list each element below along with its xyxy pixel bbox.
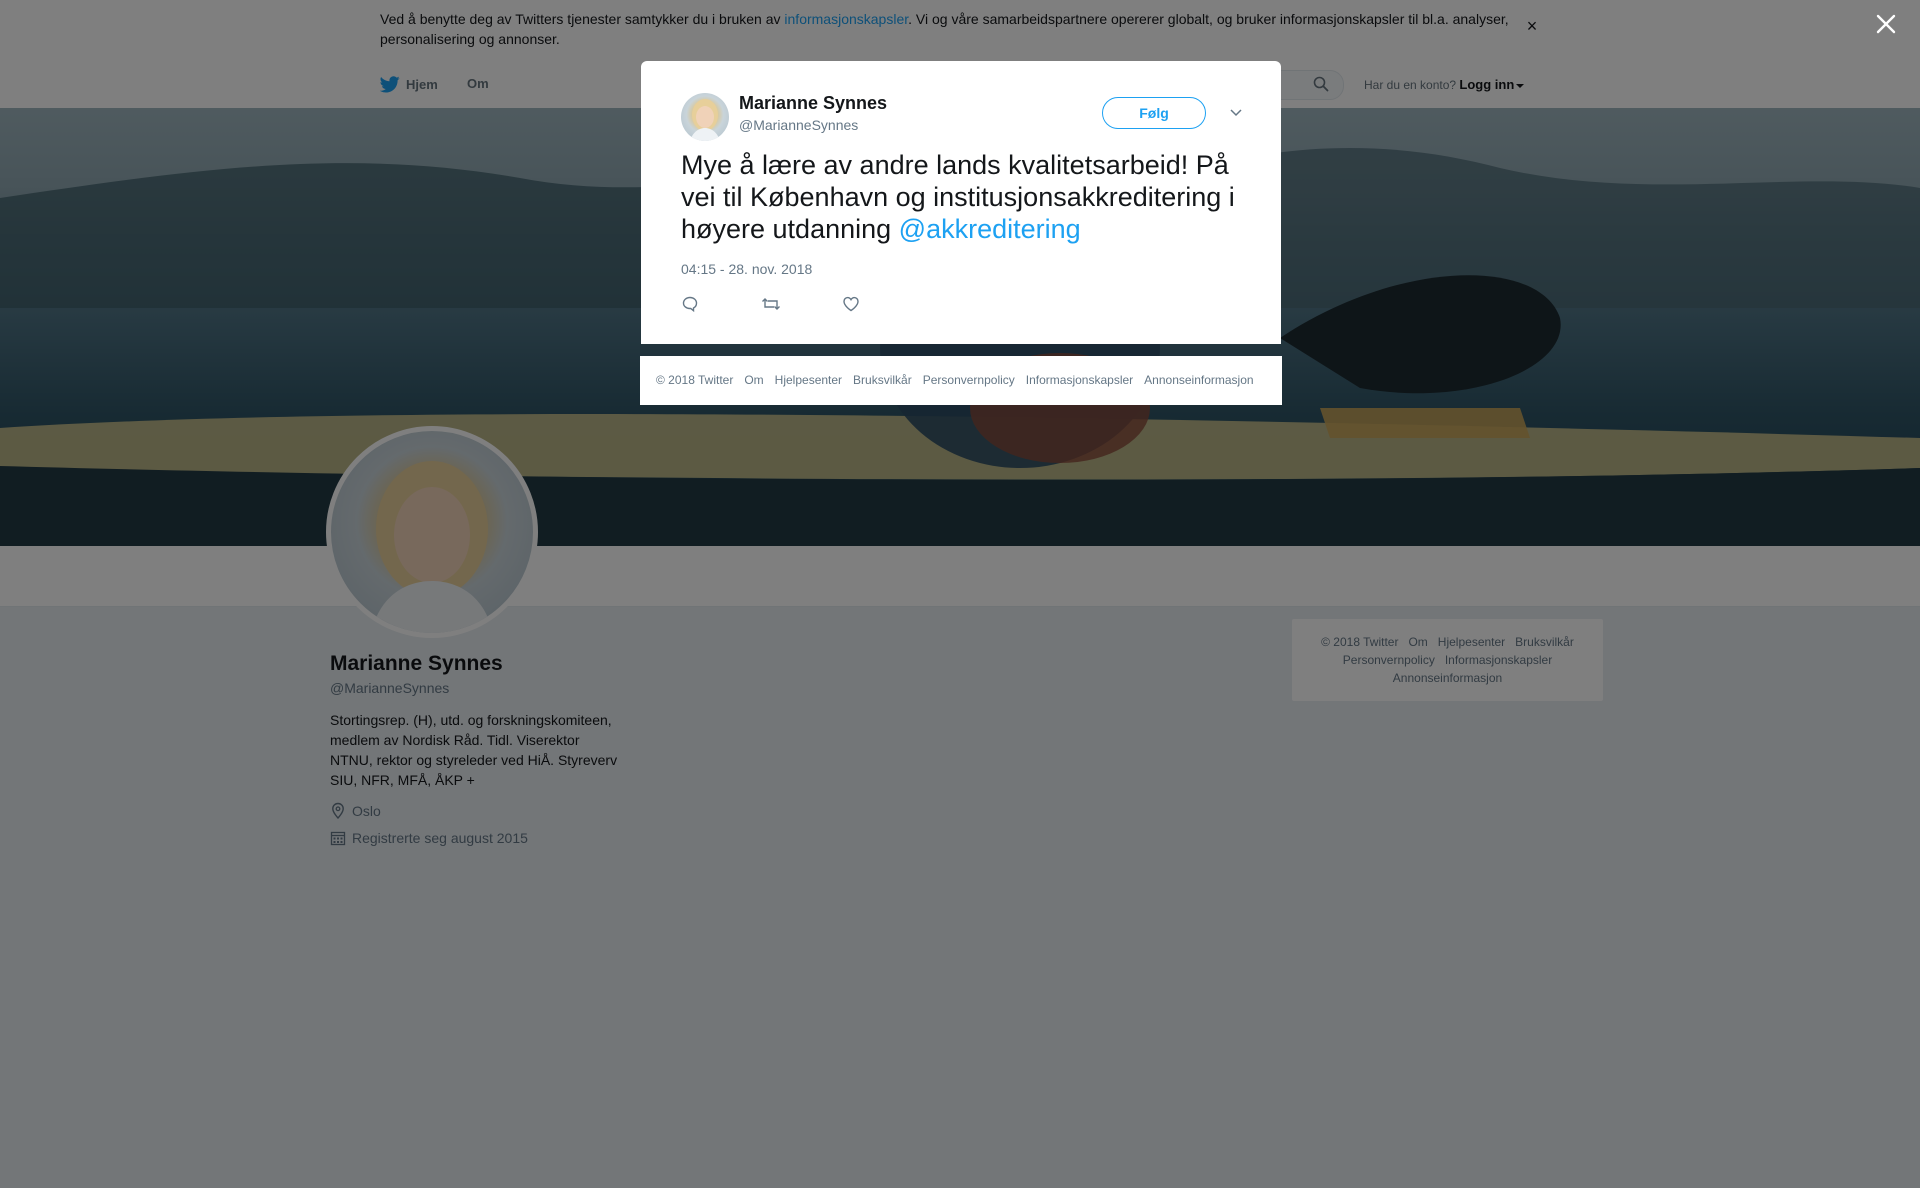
chevron-down-icon[interactable] (1229, 107, 1243, 117)
tweet-author-name[interactable]: Marianne Synnes (739, 93, 887, 114)
tweet-modal: Marianne Synnes @MarianneSynnes Følg Mye… (641, 61, 1281, 344)
modal-footer: © 2018 Twitter Om Hjelpesenter Bruksvilkår P… (640, 356, 1282, 405)
close-icon[interactable] (1875, 13, 1897, 35)
modal-footer-om[interactable]: Om (744, 373, 763, 387)
modal-footer-terms[interactable]: Bruksvilkår (853, 373, 912, 387)
tweet-timestamp[interactable]: 04:15 - 28. nov. 2018 (681, 261, 812, 277)
follow-button[interactable]: Følg (1102, 97, 1206, 129)
avatar-portrait-small (690, 99, 720, 141)
modal-footer-ads[interactable]: Annonseinformasjon (1144, 373, 1253, 387)
heart-icon[interactable] (842, 295, 860, 313)
tweet-author-avatar[interactable] (681, 93, 729, 141)
tweet-author-handle[interactable]: @MarianneSynnes (739, 117, 858, 133)
modal-footer-privacy[interactable]: Personvernpolicy (923, 373, 1015, 387)
tweet-text: Mye å lære av andre lands kvalitetsarbei… (681, 149, 1251, 245)
modal-footer-cookies[interactable]: Informasjonskapsler (1026, 373, 1133, 387)
modal-footer-help[interactable]: Hjelpesenter (775, 373, 842, 387)
modal-footer-copyright: © 2018 Twitter (656, 373, 734, 387)
reply-icon[interactable] (681, 295, 699, 313)
retweet-icon[interactable] (761, 295, 781, 313)
tweet-mention-link[interactable]: @akkreditering (899, 214, 1081, 244)
